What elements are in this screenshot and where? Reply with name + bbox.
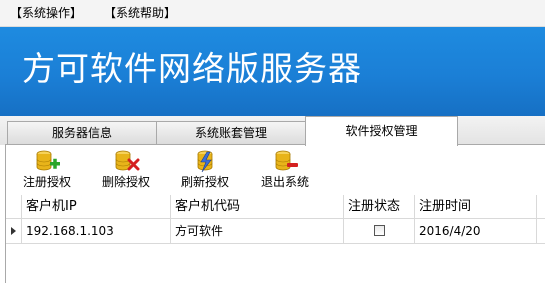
app-title: 方可软件网络版服务器 [22,49,362,88]
toolbar: 注册授权 删除授权 刷新授权 退出系统 [6,145,545,195]
header-banner: 方可软件网络版服务器 [0,27,545,116]
cell-register-status[interactable] [344,219,415,243]
grid-header: 客户机IP 客户机代码 注册状态 注册时间 [6,195,545,219]
refresh-license-label: 刷新授权 [180,175,229,189]
exit-system-label: 退出系统 [260,175,309,189]
database-refresh-icon [197,150,213,173]
menu-system-operations[interactable]: 【系统操作】 [10,0,82,26]
header-client-code[interactable]: 客户机代码 [171,195,344,218]
delete-license-button[interactable]: 删除授权 [95,149,157,193]
menu-system-help[interactable]: 【系统帮助】 [104,0,176,26]
row-pointer-icon [11,227,16,235]
tab-strip: 服务器信息 系统账套管理 软件授权管理 [0,116,545,146]
exit-system-button[interactable]: 退出系统 [254,149,316,193]
database-exit-icon [275,150,298,171]
cell-client-ip[interactable]: 192.168.1.103 [22,219,171,243]
menu-bar: 【系统操作】 【系统帮助】 [0,0,545,27]
register-status-checkbox[interactable] [374,225,385,236]
cell-client-code[interactable]: 方可软件 [171,219,344,243]
tab-account-management[interactable]: 系统账套管理 [156,121,306,144]
table-row[interactable]: 192.168.1.103 方可软件 2016/4/20 [6,219,545,244]
header-register-status[interactable]: 注册状态 [344,195,415,218]
current-row-indicator [6,219,22,243]
database-add-icon [36,150,60,171]
register-license-button[interactable]: 注册授权 [16,149,78,193]
cell-register-time[interactable]: 2016/4/20 [415,219,537,243]
header-row-indicator [6,195,22,218]
tab-server-info[interactable]: 服务器信息 [7,121,157,144]
register-license-label: 注册授权 [22,175,71,189]
license-panel: 注册授权 删除授权 刷新授权 退出系统 客户机IP 客户机代码 注册状态 注册时… [5,144,545,283]
header-register-time[interactable]: 注册时间 [415,195,537,218]
refresh-license-button[interactable]: 刷新授权 [174,149,236,193]
header-client-ip[interactable]: 客户机IP [22,195,171,218]
database-delete-icon [115,150,140,171]
tab-license-management[interactable]: 软件授权管理 [305,116,458,146]
delete-license-label: 删除授权 [101,175,150,189]
